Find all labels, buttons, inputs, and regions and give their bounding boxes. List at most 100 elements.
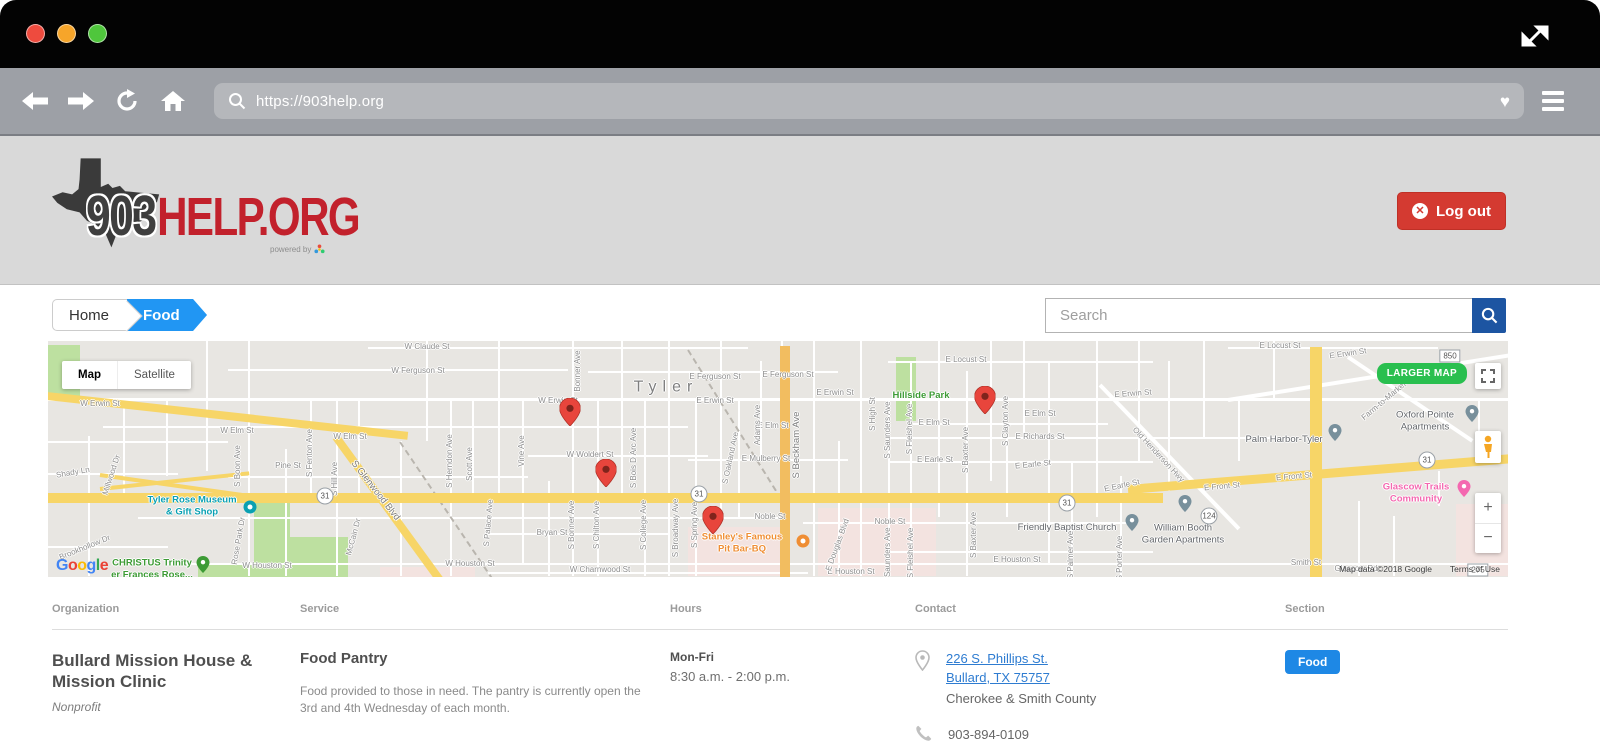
- map-road-shield: 31: [317, 488, 334, 505]
- close-window-button[interactable]: [26, 24, 45, 43]
- map-poi-marker-restaurant[interactable]: [797, 535, 810, 548]
- home-button[interactable]: [156, 84, 190, 118]
- address-link-line1[interactable]: 226 S. Phillips St.: [946, 650, 1096, 669]
- map-poi-marker-museum[interactable]: [244, 501, 257, 514]
- map-label: Tyler: [634, 378, 699, 399]
- map-road-shield: 124: [1201, 508, 1218, 525]
- map-poi-marker-hospital[interactable]: [197, 556, 210, 577]
- map-result-marker[interactable]: [703, 506, 724, 539]
- expand-icon[interactable]: [1520, 21, 1550, 51]
- map-road: [1096, 341, 1098, 517]
- back-button[interactable]: [18, 84, 52, 118]
- map-label: William Booth Garden Apartments: [1142, 523, 1224, 548]
- map-poi-marker-william-booth[interactable]: [1179, 495, 1192, 517]
- map-label: S Saunders Ave: [883, 527, 893, 577]
- map-road: [621, 341, 623, 501]
- map-label: S Clayton Ave: [1001, 396, 1011, 446]
- search-button[interactable]: [1472, 298, 1506, 333]
- map-road: [498, 341, 500, 501]
- url-text: https://903help.org: [256, 93, 384, 110]
- powered-by: powered by: [270, 244, 325, 255]
- logout-button[interactable]: ✕ Log out: [1397, 192, 1506, 230]
- map-poi-marker-glascow-trails[interactable]: [1458, 480, 1471, 502]
- map-label: E Richards St: [1016, 432, 1065, 442]
- hours-time: 8:30 a.m. - 2:00 p.m.: [670, 669, 915, 684]
- map-tab[interactable]: Map: [62, 361, 117, 389]
- map-road: [400, 441, 402, 576]
- map-road: [1238, 398, 1240, 461]
- fullscreen-button[interactable]: [1475, 363, 1501, 389]
- map-label: S Palmer Ave: [1066, 531, 1076, 577]
- map-label: Glascow Trails Community: [1383, 482, 1450, 507]
- map-road: [1310, 347, 1322, 577]
- map-label: E Ferguson St: [762, 370, 813, 380]
- map-label: Noble St: [875, 517, 906, 527]
- larger-map-button[interactable]: LARGER MAP: [1377, 363, 1467, 384]
- map-road: [48, 398, 1508, 401]
- pegman-control[interactable]: [1475, 431, 1501, 463]
- search-input[interactable]: [1045, 298, 1472, 333]
- map-label: S Fleishel Ave: [906, 528, 916, 577]
- map-road: [358, 398, 360, 501]
- zoom-in-button[interactable]: +: [1475, 493, 1501, 524]
- map-zoom-control: + −: [1475, 493, 1501, 553]
- map-poi-marker-church[interactable]: [1126, 514, 1139, 536]
- map-label: W Erwin St: [80, 399, 120, 409]
- map-label: W Houston St: [242, 561, 291, 571]
- map-road: [528, 455, 708, 457]
- pegman-icon: [1481, 435, 1495, 459]
- map-label: S Broadway Ave: [671, 499, 681, 558]
- organization-name: Bullard Mission House & Mission Clinic: [52, 650, 277, 693]
- map-label: S Fleishel Ave: [905, 404, 915, 455]
- map-label: S Chilton Ave: [592, 501, 602, 549]
- map-road: [88, 436, 90, 576]
- map-label: S Herndon Ave: [445, 434, 455, 488]
- map-label: E Houston St: [993, 555, 1040, 565]
- map-label: S Bonner Ave: [567, 501, 577, 550]
- map-result-marker[interactable]: [596, 459, 617, 492]
- map-road: [1023, 341, 1025, 437]
- col-contact: Contact: [915, 603, 1285, 615]
- map-label: Palm Harbor-Tyler: [1245, 434, 1322, 446]
- map-result-marker[interactable]: [975, 386, 996, 419]
- forward-button[interactable]: [64, 84, 98, 118]
- window-titlebar: [0, 0, 1600, 68]
- section-badge[interactable]: Food: [1285, 650, 1340, 674]
- address-bar[interactable]: https://903help.org ♥: [214, 83, 1524, 119]
- logout-x-icon: ✕: [1412, 203, 1428, 219]
- zoom-window-button[interactable]: [88, 24, 107, 43]
- zoom-out-button[interactable]: −: [1475, 524, 1501, 554]
- map-road: [48, 441, 228, 443]
- map-poi-marker-palm-harbor[interactable]: [1329, 424, 1342, 446]
- map-label: Scott Ave: [465, 447, 475, 481]
- map-label: S High St: [868, 397, 878, 431]
- search-icon: [228, 92, 246, 110]
- service-description: Food provided to those in need. The pant…: [300, 683, 642, 718]
- map-road: [48, 546, 168, 548]
- map-label: S Fenton Ave: [305, 429, 315, 477]
- map-label: S Porter Ave: [1115, 536, 1125, 577]
- logo-903: 903: [86, 188, 156, 245]
- col-hours: Hours: [670, 603, 915, 615]
- map-poi-marker-oxford-pointe[interactable]: [1466, 405, 1479, 427]
- menu-icon[interactable]: [1542, 91, 1564, 111]
- satellite-tab[interactable]: Satellite: [117, 361, 191, 389]
- site-header: 903 HELP.ORG powered by ✕ Log out: [0, 136, 1600, 285]
- breadcrumb-home[interactable]: Home: [52, 299, 127, 331]
- google-logo[interactable]: Google: [56, 557, 108, 575]
- map-road: [488, 572, 808, 574]
- organization-type: Nonprofit: [52, 700, 300, 714]
- map-result-marker[interactable]: [560, 398, 581, 431]
- map-attribution: Map data ©2018 Google Terms of Use: [1339, 564, 1500, 574]
- terms-of-use-link[interactable]: Terms of Use: [1450, 564, 1500, 574]
- map-canvas[interactable]: W Claude StE Locust StE Locust StW Fergu…: [48, 341, 1508, 577]
- map-label: E Mulberry St: [742, 454, 790, 464]
- address-link-line2[interactable]: Bullard, TX 75757: [946, 669, 1096, 688]
- minimize-window-button[interactable]: [57, 24, 76, 43]
- map-label: Bonner Ave: [573, 350, 583, 391]
- bookmark-heart-icon[interactable]: ♥: [1500, 93, 1510, 110]
- service-name: Food Pantry: [300, 650, 670, 667]
- refresh-button[interactable]: [110, 84, 144, 118]
- map-label: E Front St: [1276, 470, 1313, 483]
- browser-toolbar: https://903help.org ♥: [0, 68, 1600, 136]
